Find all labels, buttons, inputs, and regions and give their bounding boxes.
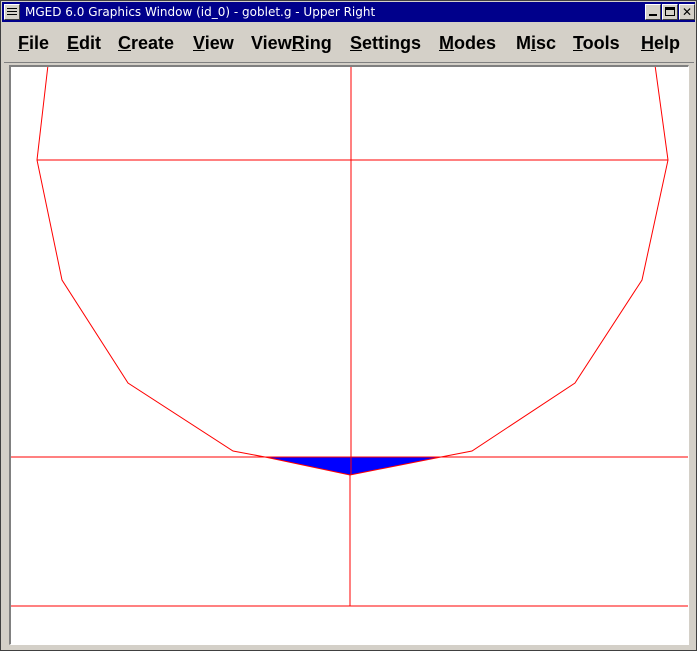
bowl-outline xyxy=(36,67,669,476)
menu-edit[interactable]: Edit xyxy=(67,31,101,55)
menu-bar: File Edit Create View ViewRing Settings … xyxy=(4,23,694,63)
menu-create[interactable]: Create xyxy=(118,31,174,55)
close-icon[interactable]: ✕ xyxy=(679,4,695,20)
menu-modes[interactable]: Modes xyxy=(439,31,496,55)
maximize-icon[interactable] xyxy=(662,4,678,20)
graphics-viewport[interactable] xyxy=(9,65,689,645)
mged-graphics-window: MGED 6.0 Graphics Window (id_0) - goblet… xyxy=(0,0,697,651)
minimize-icon[interactable] xyxy=(645,4,661,20)
goblet-wireframe[interactable] xyxy=(10,65,689,607)
menu-viewring[interactable]: ViewRing xyxy=(251,31,332,55)
highlighted-face[interactable] xyxy=(265,457,441,475)
wireframe-canvas[interactable] xyxy=(9,65,689,645)
menu-settings[interactable]: Settings xyxy=(350,31,421,55)
window-title: MGED 6.0 Graphics Window (id_0) - goblet… xyxy=(25,5,376,19)
menu-file[interactable]: File xyxy=(18,31,49,55)
title-bar[interactable]: MGED 6.0 Graphics Window (id_0) - goblet… xyxy=(2,2,695,22)
menu-tools[interactable]: Tools xyxy=(573,31,620,55)
menu-help[interactable]: Help xyxy=(641,31,680,55)
menu-view[interactable]: View xyxy=(193,31,234,55)
window-menu-icon[interactable] xyxy=(4,4,20,20)
menu-misc[interactable]: Misc xyxy=(516,31,556,55)
